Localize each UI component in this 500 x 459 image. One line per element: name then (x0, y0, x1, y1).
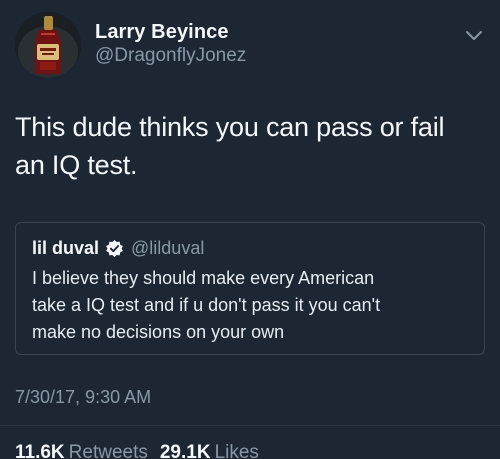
retweets-label[interactable]: Retweets (69, 442, 148, 459)
author-display-name[interactable]: Larry Beyince (95, 20, 246, 44)
tweet-text-line: This dude thinks you can pass or fail (15, 112, 445, 142)
tweet-header: Larry Beyince @DragonflyJonez (15, 12, 485, 80)
divider (0, 425, 500, 426)
quoted-tweet[interactable]: lil duval @lilduval I believe they shoul… (15, 222, 485, 355)
tweet-card: Larry Beyince @DragonflyJonez This dude … (0, 0, 500, 459)
quoted-display-name: lil duval (32, 237, 100, 258)
tweet-timestamp[interactable]: 7/30/17, 9:30 AM (15, 385, 151, 409)
quoted-handle: @lilduval (131, 237, 205, 258)
author-handle[interactable]: @DragonflyJonez (95, 44, 246, 68)
likes-count[interactable]: 29.1K (160, 442, 211, 459)
verified-badge-icon (106, 239, 123, 257)
tweet-text-line: an IQ test. (15, 150, 138, 180)
avatar[interactable] (15, 12, 81, 78)
likes-label[interactable]: Likes (215, 442, 259, 459)
chevron-down-icon[interactable] (463, 24, 485, 46)
author-names: Larry Beyince @DragonflyJonez (95, 20, 246, 68)
quoted-text-line: take a IQ test and if u don't pass it yo… (32, 295, 381, 315)
quoted-text-line: I believe they should make every America… (32, 268, 375, 288)
bottle-avatar-icon (15, 12, 81, 78)
retweets-count[interactable]: 11.6K (15, 442, 65, 459)
quoted-tweet-header: lil duval @lilduval (32, 235, 469, 261)
tweet-body: This dude thinks you can pass or fail an… (15, 108, 485, 184)
quoted-text-line: make no decisions on your own (32, 322, 285, 342)
tweet-stats: 11.6K Retweets 29.1K Likes (15, 441, 271, 459)
quoted-tweet-text: I believe they should make every America… (32, 265, 472, 346)
